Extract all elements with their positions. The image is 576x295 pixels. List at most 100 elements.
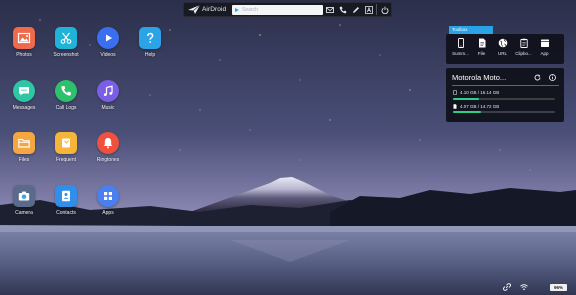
phone-storage-text: 4.10 GB / 16.14 GB: [460, 90, 500, 95]
globe-icon: [498, 38, 507, 48]
tool-app[interactable]: App: [534, 38, 555, 56]
app-screenshot[interactable]: Screenshot: [46, 27, 86, 58]
phone-storage: 4.10 GB / 16.14 GB: [453, 90, 499, 95]
phone-storage-icon: [453, 90, 457, 95]
topbar-divider: [376, 4, 377, 15]
app-music[interactable]: Music: [88, 80, 128, 111]
bell-icon: [103, 138, 113, 149]
app-icon-tile: [97, 185, 119, 207]
phone-call-icon: [61, 86, 71, 96]
folder-icon: [18, 138, 30, 148]
app-label: Ringtones: [96, 157, 120, 163]
phone-icon: [339, 6, 346, 13]
app-label: Contacts: [56, 210, 76, 216]
app-photos[interactable]: Photos: [4, 27, 44, 58]
app-label: Call Logs: [55, 105, 77, 111]
power-icon: [381, 6, 388, 14]
tool-file[interactable]: File: [471, 38, 492, 56]
sd-storage: 4.07 GB / 14.72 GB: [453, 104, 499, 109]
app-label: Photos: [16, 52, 32, 58]
app-label: Frequent: [55, 157, 76, 163]
font-icon: [364, 5, 373, 14]
brand-name: AirDroid: [202, 6, 227, 13]
app-icon-tile: [97, 132, 119, 154]
search-box[interactable]: [232, 4, 323, 15]
app-icon: [540, 39, 549, 47]
app-files[interactable]: Files: [4, 132, 44, 163]
phone-button[interactable]: [336, 2, 349, 17]
app-icon-tile: [55, 27, 77, 49]
mail-icon: [325, 6, 334, 13]
app-icon-tile: [55, 80, 77, 102]
app-frequent[interactable]: Frequent: [46, 132, 86, 163]
phone-storage-bar: [453, 98, 555, 100]
tool-label: Summ...: [452, 51, 469, 56]
app-videos[interactable]: Videos: [88, 27, 128, 58]
tool-label: App: [540, 51, 549, 56]
top-bar: AirDroid: [183, 2, 392, 17]
file-icon: [478, 38, 485, 48]
music-icon: [103, 85, 113, 96]
device-name: Motorola Moto...: [452, 73, 507, 82]
play-icon: [106, 34, 112, 42]
app-icon-tile: [13, 132, 35, 154]
question-icon: [147, 32, 154, 43]
pen-button[interactable]: [349, 2, 362, 17]
airdroid-logo[interactable]: AirDroid: [184, 3, 230, 16]
app-apps[interactable]: Apps: [88, 185, 128, 216]
app-icon-tile: [55, 185, 77, 207]
sd-storage-text: 4.07 GB / 14.72 GB: [460, 104, 500, 109]
tool-label: Clipbo...: [515, 51, 532, 56]
app-help[interactable]: Help: [130, 27, 170, 58]
phone-storage-fill: [453, 98, 479, 100]
font-button[interactable]: [362, 2, 375, 17]
app-contacts[interactable]: Contacts: [46, 185, 86, 216]
app-icon-tile: [97, 27, 119, 49]
link-icon[interactable]: [503, 283, 511, 291]
sd-storage-fill: [453, 111, 482, 113]
app-icon-tile: [13, 185, 35, 207]
contacts-icon: [62, 190, 70, 202]
app-messages[interactable]: Messages: [4, 80, 44, 111]
device-divider: [452, 85, 559, 86]
pen-icon: [352, 6, 359, 13]
app-label: Help: [144, 52, 156, 58]
tool-url[interactable]: URL: [492, 38, 513, 56]
app-icon-tile: [97, 80, 119, 102]
info-icon[interactable]: [549, 74, 556, 81]
sdcard-icon: [453, 104, 457, 109]
app-icon-tile: [55, 132, 77, 154]
tool-clipboard[interactable]: Clipbo...: [513, 38, 534, 56]
battery-indicator: 96%: [550, 284, 567, 291]
tool-summary[interactable]: Summ...: [450, 38, 471, 56]
paper-plane-icon: [188, 5, 200, 14]
tool-label: File: [477, 51, 486, 56]
frequent-icon: [62, 138, 70, 148]
camera-icon: [18, 191, 30, 201]
app-label: Videos: [100, 52, 116, 58]
app-camera[interactable]: Camera: [4, 185, 44, 216]
phone-summary-icon: [457, 38, 464, 48]
app-label: Apps: [102, 210, 114, 216]
grid-icon: [104, 192, 112, 200]
sd-storage-bar: [453, 111, 555, 113]
clipboard-icon: [519, 38, 528, 48]
app-label: Screenshot: [53, 52, 79, 58]
app-icon-tile: [13, 80, 35, 102]
toolbox-panel: Summ... File URL Clipbo... App: [446, 34, 564, 64]
scissors-icon: [60, 32, 72, 44]
refresh-icon[interactable]: [534, 74, 541, 81]
search-logo-icon: [235, 7, 239, 12]
device-panel: Motorola Moto... 4.10 GB / 16.14 GB 4.07…: [446, 68, 564, 122]
app-icon-tile: [139, 27, 161, 49]
search-input[interactable]: [242, 5, 322, 14]
app-label: Files: [18, 157, 30, 163]
mail-button[interactable]: [323, 2, 336, 17]
wifi-icon: [520, 284, 528, 291]
app-call-logs[interactable]: Call Logs: [46, 80, 86, 111]
app-icon-tile: [13, 27, 35, 49]
chat-icon: [19, 87, 29, 96]
power-button[interactable]: [378, 2, 391, 17]
app-ringtones[interactable]: Ringtones: [88, 132, 128, 163]
toolbox-title[interactable]: Toolbox: [449, 26, 493, 34]
